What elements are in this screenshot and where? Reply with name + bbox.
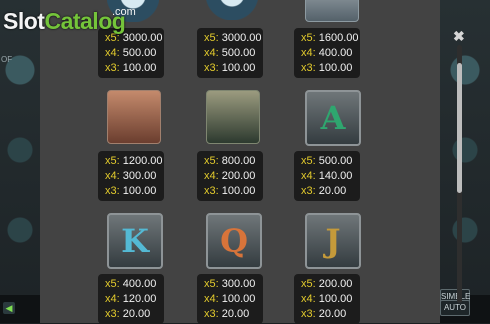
pay-row-x3: x3: 20.00 — [105, 308, 151, 320]
pay-row-x4: x4: 200.00 — [204, 170, 256, 182]
paybox-letter-j: x5: 200.00 x4: 100.00 x3: 20.00 — [294, 274, 360, 324]
pay-row-x4: x4: 140.00 — [301, 170, 353, 182]
paybox-wizard: x5: 1600.00 x4: 400.00 x3: 100.00 — [294, 28, 360, 78]
pay-row-x5: x5: 500.00 — [301, 155, 353, 167]
slotcatalog-logo-suffix: .com — [112, 6, 136, 18]
pay-row-x4: x4: 500.00 — [105, 47, 157, 59]
paybox-old-warrior: x5: 800.00 x4: 200.00 x3: 100.00 — [197, 151, 263, 201]
pay-row-x5: x5: 300.00 — [204, 278, 256, 290]
paybox-gem-emblem: x5: 3000.00 x4: 500.00 x3: 100.00 — [98, 28, 164, 78]
wizard-symbol — [305, 0, 359, 22]
pay-row-x5: x5: 3000.00 — [204, 32, 262, 44]
game-side-label: OF — [1, 55, 13, 64]
pay-row-x3: x3: 20.00 — [204, 308, 250, 320]
pay-row-x5: x5: 200.00 — [301, 278, 353, 290]
pay-row-x3: x3: 100.00 — [204, 185, 256, 197]
pay-row-x3: x3: 100.00 — [105, 62, 157, 74]
paybox-letter-a: x5: 500.00 x4: 140.00 x3: 20.00 — [294, 151, 360, 201]
pay-row-x4: x4: 120.00 — [105, 293, 157, 305]
pay-row-x3: x3: 20.00 — [301, 308, 347, 320]
letter-j-symbol: J — [305, 213, 361, 269]
pay-row-x4: x4: 100.00 — [301, 293, 353, 305]
paybox-letter-q: x5: 300.00 x4: 100.00 x3: 20.00 — [197, 274, 263, 324]
pay-row-x3: x3: 100.00 — [105, 185, 157, 197]
pay-row-x4: x4: 300.00 — [105, 170, 157, 182]
elf-princess-symbol — [107, 90, 161, 144]
eye-emblem-symbol — [206, 0, 258, 20]
letter-k-symbol: K — [107, 213, 163, 269]
pay-row-x3: x3: 100.00 — [301, 62, 353, 74]
paybox-elf-princess: x5: 1200.00 x4: 300.00 x3: 100.00 — [98, 151, 164, 201]
close-icon[interactable]: ✖ — [453, 28, 465, 45]
pay-row-x4: x4: 100.00 — [204, 293, 256, 305]
pay-row-x5: x5: 1600.00 — [301, 32, 359, 44]
pay-row-x5: x5: 400.00 — [105, 278, 157, 290]
pay-row-x3: x3: 20.00 — [301, 185, 347, 197]
paybox-letter-k: x5: 400.00 x4: 120.00 x3: 20.00 — [98, 274, 164, 324]
speaker-icon[interactable]: ◀ — [3, 302, 15, 314]
scrollbar-thumb[interactable] — [457, 63, 462, 193]
game-frame-left — [0, 0, 40, 323]
letter-a-symbol: A — [305, 90, 361, 146]
pay-row-x4: x4: 500.00 — [204, 47, 256, 59]
paybox-eye-emblem: x5: 3000.00 x4: 500.00 x3: 100.00 — [197, 28, 263, 78]
auto-button[interactable]: AUTO — [440, 300, 470, 316]
letter-q-symbol: Q — [206, 213, 262, 269]
game-frame-right — [440, 0, 490, 323]
pay-row-x5: x5: 800.00 — [204, 155, 256, 167]
slotcatalog-logo: SlotCatalog — [3, 8, 126, 34]
old-warrior-symbol — [206, 90, 260, 144]
pay-row-x4: x4: 400.00 — [301, 47, 353, 59]
pay-row-x5: x5: 1200.00 — [105, 155, 163, 167]
pay-row-x3: x3: 100.00 — [204, 62, 256, 74]
